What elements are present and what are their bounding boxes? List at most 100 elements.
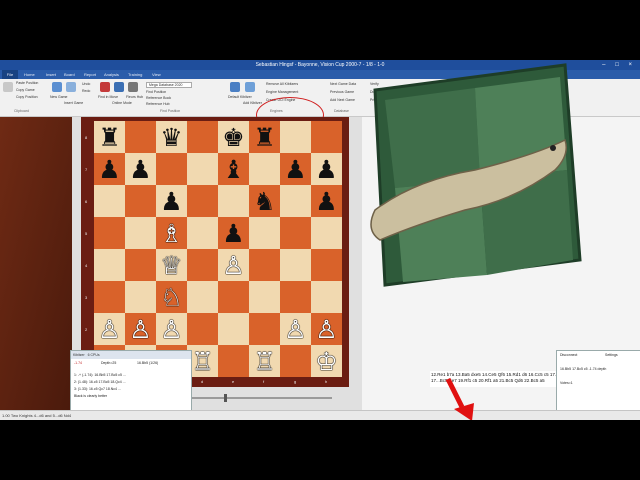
menu-file[interactable]: File	[2, 70, 18, 79]
kibitzer-window[interactable]: Kibitzer 6 CPUs -1.74 Depth=25 16.Bb5 (1…	[70, 350, 192, 412]
insert-game-icon[interactable]	[66, 82, 76, 92]
square-f8[interactable]: ♜	[249, 121, 280, 153]
square-b2[interactable]: ♙	[125, 313, 156, 345]
find-move-icon[interactable]	[100, 82, 110, 92]
square-b6[interactable]	[125, 185, 156, 217]
previous-game-button[interactable]: Previous Game	[330, 90, 354, 94]
piece-wP[interactable]: ♙	[129, 317, 151, 342]
square-g2[interactable]: ♙	[280, 313, 311, 345]
menu-board[interactable]: Board	[64, 70, 75, 79]
square-h4[interactable]	[311, 249, 342, 281]
menu-home[interactable]: Home	[24, 70, 35, 79]
square-h2[interactable]: ♙	[311, 313, 342, 345]
online-mode-icon[interactable]	[114, 82, 124, 92]
square-b5[interactable]	[125, 217, 156, 249]
square-c3[interactable]: ♘	[156, 281, 187, 313]
square-a8[interactable]: ♜	[94, 121, 125, 153]
piece-wQ[interactable]: ♕	[160, 253, 182, 278]
square-d8[interactable]	[187, 121, 218, 153]
square-f6[interactable]: ♞	[249, 185, 280, 217]
square-e4[interactable]: ♙	[218, 249, 249, 281]
piece-bQ[interactable]: ♛	[160, 125, 182, 150]
menu-report[interactable]: Report	[84, 70, 96, 79]
square-e5[interactable]: ♟	[218, 217, 249, 249]
insert-game-button[interactable]: Insert Game	[64, 101, 83, 105]
paste-position-button[interactable]: Paste Position	[16, 81, 38, 85]
piece-bP[interactable]: ♟	[315, 157, 337, 182]
piece-wB[interactable]: ♗	[160, 221, 182, 246]
square-b8[interactable]	[125, 121, 156, 153]
piece-bB[interactable]: ♝	[222, 157, 244, 182]
default-kibitzer-button[interactable]: Default Kibitzer	[228, 95, 252, 99]
piece-bP[interactable]: ♟	[222, 221, 244, 246]
remove-all-kibitzers-button[interactable]: Remove All Kibitzers	[266, 82, 298, 86]
menu-training[interactable]: Training	[128, 70, 142, 79]
paste-icon[interactable]	[3, 82, 13, 92]
square-d6[interactable]	[187, 185, 218, 217]
database-select[interactable]: Mega Database 2020	[146, 82, 192, 88]
redo-button[interactable]: Redo	[82, 89, 90, 93]
piece-wK[interactable]: ♔	[315, 349, 337, 374]
square-g1[interactable]	[280, 345, 311, 377]
reference-book-button[interactable]: Reference Book	[146, 96, 171, 100]
add-kibitzer-icon[interactable]	[245, 82, 255, 92]
slider-knob[interactable]	[224, 394, 227, 402]
piece-wP[interactable]: ♙	[284, 317, 306, 342]
chessboard[interactable]: ♜ ♛ ♚ ♜ ♟ ♟ ♝ ♟ ♟ ♟ ♞ ♟ ♗ ♟ ♕ ♙ ♘ ♙ ♙ ♙ ♙ ♙ ♖ ♖ ♔	[94, 121, 342, 377]
add-kibitzer-button[interactable]: Add Kibitzer	[243, 101, 262, 105]
square-g8[interactable]	[280, 121, 311, 153]
square-f5[interactable]	[249, 217, 280, 249]
square-a5[interactable]	[94, 217, 125, 249]
engine-window-2[interactable]: Disconnect Settings 16.Bb5 17.Bc5 c5 -1.…	[556, 350, 640, 412]
square-e1[interactable]	[218, 345, 249, 377]
kibitzer-tab[interactable]: Kibitzer 6 CPUs	[71, 351, 191, 359]
new-game-button[interactable]: New Game	[50, 95, 68, 99]
square-g5[interactable]	[280, 217, 311, 249]
fleurs-hub-icon[interactable]	[128, 82, 138, 92]
piece-bP[interactable]: ♟	[315, 189, 337, 214]
piece-bP[interactable]: ♟	[284, 157, 306, 182]
square-g4[interactable]	[280, 249, 311, 281]
piece-wN[interactable]: ♘	[160, 285, 182, 310]
piece-wP[interactable]: ♙	[160, 317, 182, 342]
square-d5[interactable]	[187, 217, 218, 249]
square-c4[interactable]: ♕	[156, 249, 187, 281]
next-game-data-button[interactable]: Next Game Data	[330, 82, 356, 86]
piece-bP[interactable]: ♟	[98, 157, 120, 182]
piece-bP[interactable]: ♟	[129, 157, 151, 182]
square-d2[interactable]	[187, 313, 218, 345]
square-h3[interactable]	[311, 281, 342, 313]
piece-wP[interactable]: ♙	[98, 317, 120, 342]
maximize-button[interactable]: □	[615, 62, 623, 68]
settings-button[interactable]: Settings	[605, 353, 618, 357]
square-c6[interactable]: ♟	[156, 185, 187, 217]
piece-bK[interactable]: ♚	[222, 125, 244, 150]
square-e2[interactable]	[218, 313, 249, 345]
square-c2[interactable]: ♙	[156, 313, 187, 345]
square-g7[interactable]: ♟	[280, 153, 311, 185]
close-button[interactable]: ×	[628, 62, 636, 68]
square-f1[interactable]: ♖	[249, 345, 280, 377]
square-b7[interactable]: ♟	[125, 153, 156, 185]
piece-wP[interactable]: ♙	[222, 253, 244, 278]
square-a4[interactable]	[94, 249, 125, 281]
square-c7[interactable]	[156, 153, 187, 185]
square-e3[interactable]	[218, 281, 249, 313]
copy-game-button[interactable]: Copy Game	[16, 88, 35, 92]
square-b3[interactable]	[125, 281, 156, 313]
square-e7[interactable]: ♝	[218, 153, 249, 185]
square-d3[interactable]	[187, 281, 218, 313]
square-e8[interactable]: ♚	[218, 121, 249, 153]
square-d7[interactable]	[187, 153, 218, 185]
reference-hub-button[interactable]: Reference Hub	[146, 102, 170, 106]
default-kibitzer-icon[interactable]	[230, 82, 240, 92]
square-h8[interactable]	[311, 121, 342, 153]
square-f3[interactable]	[249, 281, 280, 313]
online-mode-button[interactable]: Online Mode	[112, 101, 132, 105]
piece-wR[interactable]: ♖	[253, 349, 275, 374]
add-next-game-button[interactable]: Add Next Game	[330, 98, 355, 102]
square-a3[interactable]	[94, 281, 125, 313]
new-game-icon[interactable]	[52, 82, 62, 92]
square-h1[interactable]: ♔	[311, 345, 342, 377]
piece-bR[interactable]: ♜	[253, 125, 275, 150]
